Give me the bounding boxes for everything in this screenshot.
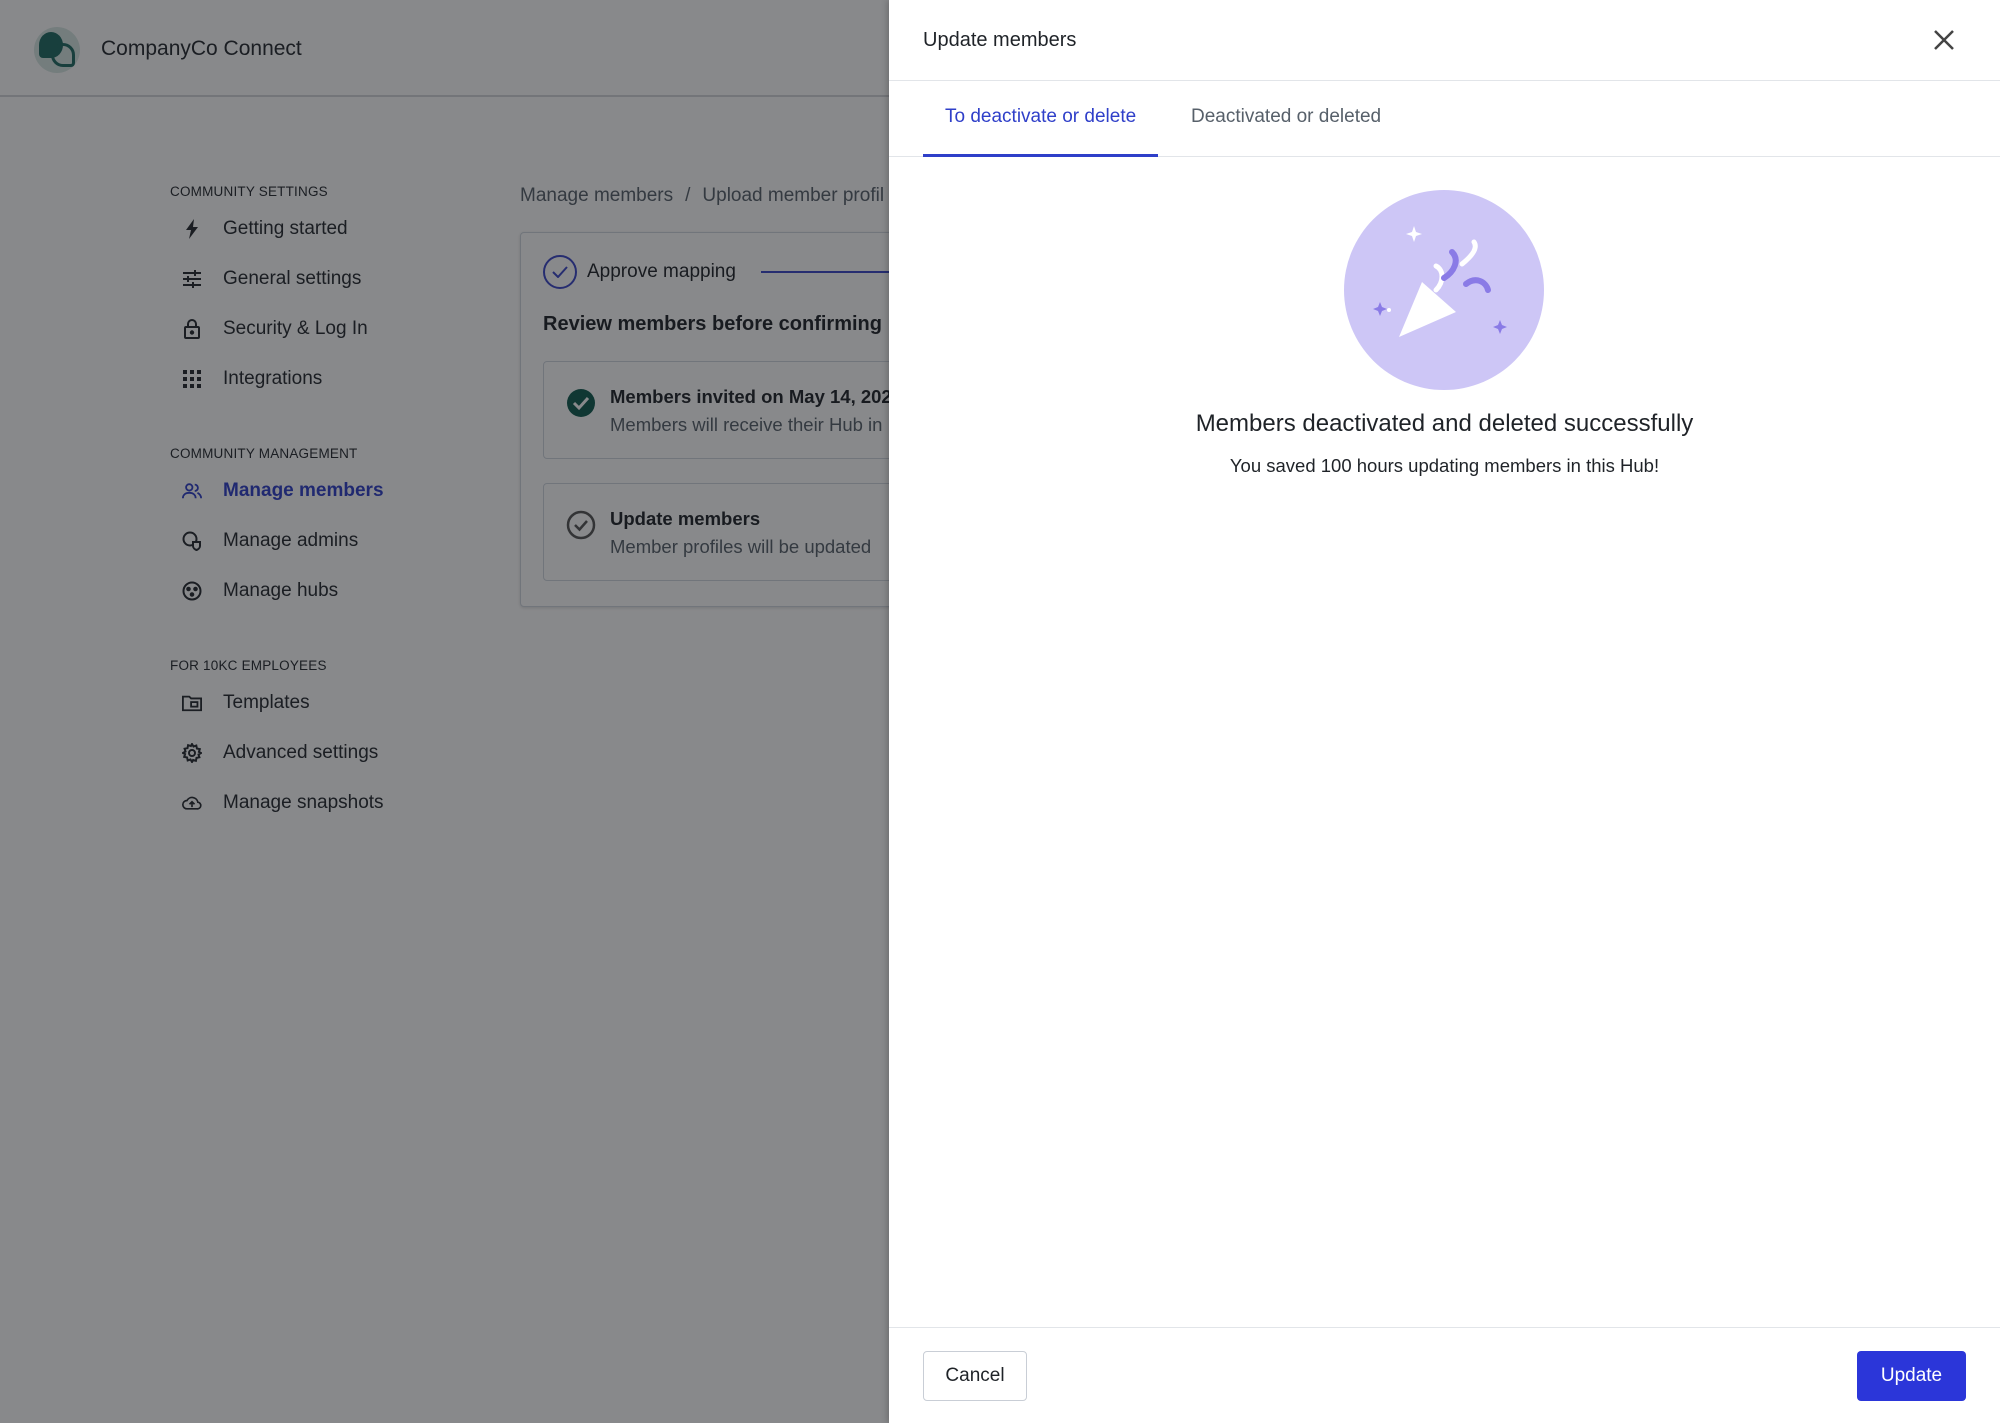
update-button[interactable]: Update bbox=[1857, 1351, 1966, 1401]
drawer-title: Update members bbox=[923, 29, 1077, 51]
tab-to-deactivate-or-delete[interactable]: To deactivate or delete bbox=[923, 81, 1159, 157]
drawer-tabs: To deactivate or delete Deactivated or d… bbox=[889, 81, 2000, 157]
update-members-drawer: Update members To deactivate or delete D… bbox=[889, 0, 2000, 1423]
close-button[interactable] bbox=[1929, 25, 1959, 55]
party-popper-icon bbox=[1344, 190, 1544, 390]
drawer-footer: Cancel Update bbox=[889, 1327, 2000, 1423]
success-subtitle: You saved 100 hours updating members in … bbox=[1229, 455, 1660, 476]
tab-deactivated-or-deleted[interactable]: Deactivated or deleted bbox=[1169, 81, 1403, 157]
close-icon bbox=[1934, 30, 1954, 50]
success-title: Members deactivated and deleted successf… bbox=[1195, 410, 1694, 437]
drawer-header: Update members bbox=[889, 0, 2000, 81]
cancel-button[interactable]: Cancel bbox=[923, 1351, 1027, 1401]
